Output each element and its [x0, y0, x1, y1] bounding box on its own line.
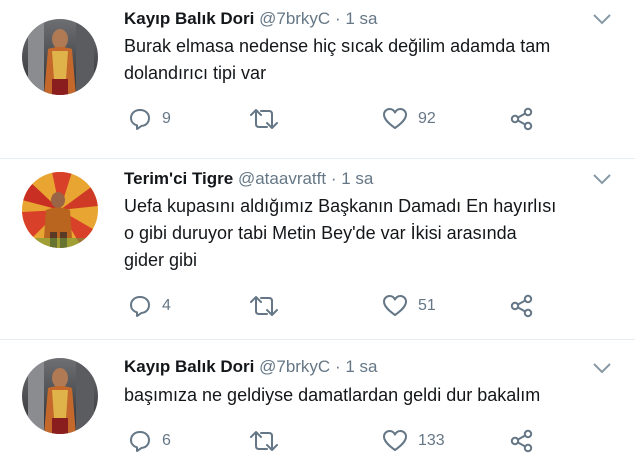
like-count: 133	[418, 432, 445, 449]
reply-button[interactable]: 6	[128, 428, 171, 454]
chevron-down-icon[interactable]	[591, 360, 613, 376]
display-name[interactable]: Terim'ci Tigre	[124, 169, 233, 188]
reply-count: 6	[162, 432, 171, 449]
tweet-header: Kayıp Balık Dori @7brkyC · 1 sa	[124, 356, 378, 378]
tweet-actions: 4 51	[124, 293, 544, 319]
share-icon	[510, 107, 533, 131]
heart-icon	[383, 108, 407, 129]
separator: ·	[334, 357, 341, 376]
avatar[interactable]	[22, 19, 98, 95]
reply-icon	[130, 431, 150, 452]
share-button[interactable]	[509, 293, 535, 319]
timestamp[interactable]: 1 sa	[341, 169, 373, 188]
tweet-header: Terim'ci Tigre @ataavratft · 1 sa	[124, 168, 373, 190]
tweet-text: Burak elmasa nedense hiç sıcak değilim a…	[124, 33, 614, 87]
like-count: 51	[418, 297, 436, 314]
like-button[interactable]: 133	[382, 428, 445, 454]
tweet[interactable]: Kayıp Balık Dori @7brkyC · 1 sa başımıza…	[0, 340, 635, 454]
retweet-icon	[250, 296, 278, 316]
username[interactable]: @7brkyC	[259, 9, 330, 28]
separator: ·	[334, 9, 341, 28]
retweet-icon	[250, 109, 278, 129]
like-button[interactable]: 51	[382, 293, 436, 319]
heart-icon	[383, 295, 407, 316]
retweet-icon	[250, 431, 278, 451]
display-name[interactable]: Kayıp Balık Dori	[124, 357, 254, 376]
chevron-down-icon[interactable]	[591, 171, 613, 187]
chevron-down-icon[interactable]	[591, 11, 613, 27]
tweet-text-line: Burak elmasa nedense hiç sıcak değilim a…	[124, 36, 551, 56]
tweet[interactable]: Terim'ci Tigre @ataavratft · 1 sa Uefa k…	[0, 159, 635, 339]
tweet-text: Uefa kupasını aldığımız Başkanın Damadı …	[124, 193, 614, 274]
reply-icon	[130, 109, 150, 130]
reply-count: 9	[162, 110, 171, 127]
retweet-button[interactable]	[248, 428, 290, 454]
tweet-text-line: dolandırıcı tipi var	[124, 63, 267, 83]
like-count: 92	[418, 110, 436, 127]
tweet-text-line: o gibi duruyor tabi Metin Bey'de var İki…	[124, 223, 517, 243]
tweet-text-line: gider gibi	[124, 250, 198, 270]
like-button[interactable]: 92	[382, 106, 436, 132]
share-icon	[510, 429, 533, 453]
retweet-button[interactable]	[248, 106, 290, 132]
timestamp[interactable]: 1 sa	[345, 9, 377, 28]
retweet-button[interactable]	[248, 293, 290, 319]
avatar[interactable]	[22, 172, 98, 248]
tweet-text: başımıza ne geldiyse damatlardan geldi d…	[124, 382, 614, 409]
reply-button[interactable]: 9	[128, 106, 171, 132]
username[interactable]: @ataavratft	[238, 169, 326, 188]
share-button[interactable]	[509, 428, 535, 454]
reply-button[interactable]: 4	[128, 293, 171, 319]
tweet-actions: 9 92	[124, 106, 544, 132]
share-icon	[510, 294, 533, 318]
display-name[interactable]: Kayıp Balık Dori	[124, 9, 254, 28]
username[interactable]: @7brkyC	[259, 357, 330, 376]
avatar[interactable]	[22, 358, 98, 434]
tweet-actions: 6 133	[124, 428, 544, 454]
reply-icon	[130, 296, 150, 317]
reply-count: 4	[162, 297, 171, 314]
tweet-text-line: Uefa kupasını aldığımız Başkanın Damadı …	[124, 196, 557, 216]
separator: ·	[330, 169, 337, 188]
timestamp[interactable]: 1 sa	[345, 357, 377, 376]
tweet-text-line: başımıza ne geldiyse damatlardan geldi d…	[124, 385, 541, 405]
heart-icon	[383, 430, 407, 451]
tweet-header: Kayıp Balık Dori @7brkyC · 1 sa	[124, 8, 378, 30]
share-button[interactable]	[509, 106, 535, 132]
tweet[interactable]: Kayıp Balık Dori @7brkyC · 1 sa Burak el…	[0, 0, 635, 158]
